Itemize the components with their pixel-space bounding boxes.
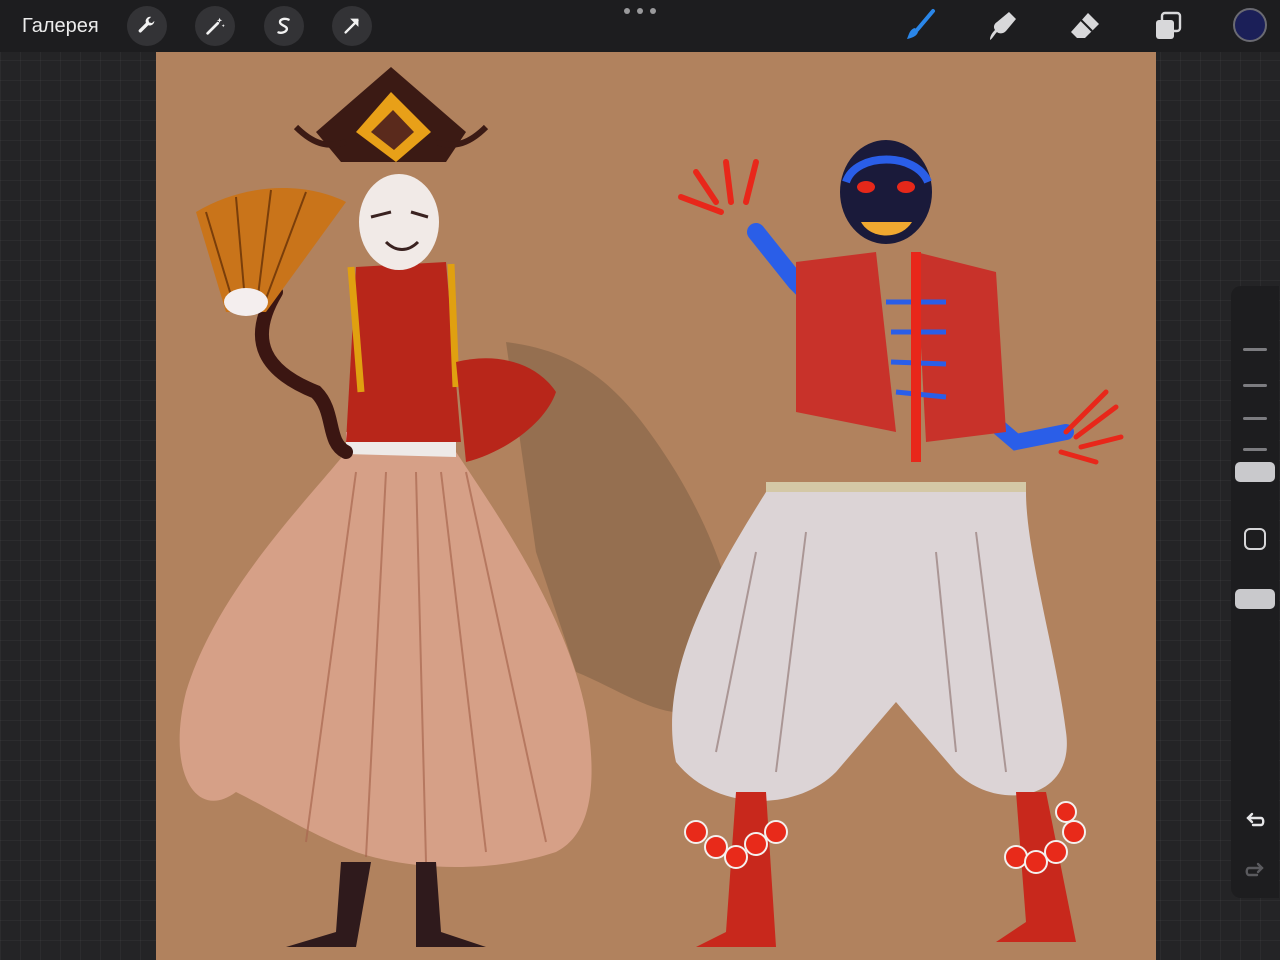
selection-button[interactable] [264, 6, 304, 46]
dot [624, 8, 630, 14]
wrench-icon [138, 16, 155, 33]
opacity-slider[interactable] [1235, 589, 1275, 609]
brush-size-tick [1243, 448, 1267, 451]
undo-button[interactable] [1241, 806, 1269, 834]
selection-icon [277, 17, 290, 34]
layers-icon [1156, 11, 1182, 39]
top-toolbar: Галерея [0, 0, 1280, 52]
brush-size-tick [1243, 417, 1267, 420]
redo-button[interactable] [1241, 856, 1269, 884]
actions-button[interactable] [127, 6, 167, 46]
undo-icon [1246, 812, 1265, 827]
artwork-illustration [179, 67, 1124, 947]
smudge-icon [990, 12, 1016, 40]
color-picker-swatch[interactable] [1233, 8, 1267, 42]
smudge-tool-button[interactable] [982, 6, 1022, 46]
brush-tool-button[interactable] [900, 6, 940, 46]
more-options-dots[interactable] [624, 8, 656, 16]
brush-size-slider[interactable] [1235, 462, 1275, 482]
dot [650, 8, 656, 14]
layers-button[interactable] [1148, 6, 1188, 46]
redo-icon [1245, 862, 1264, 877]
modify-button[interactable] [1244, 528, 1266, 550]
brush-size-tick [1243, 384, 1267, 387]
eraser-icon [1071, 13, 1099, 38]
adjustments-button[interactable] [195, 6, 235, 46]
transform-arrow-icon [344, 18, 359, 34]
brush-size-tick [1243, 348, 1267, 351]
dot [637, 8, 643, 14]
magic-wand-icon [206, 17, 225, 35]
brush-icon [907, 9, 935, 39]
gallery-button[interactable]: Галерея [22, 13, 99, 39]
transform-button[interactable] [332, 6, 372, 46]
eraser-tool-button[interactable] [1065, 6, 1105, 46]
drawing-canvas[interactable] [156, 52, 1156, 960]
